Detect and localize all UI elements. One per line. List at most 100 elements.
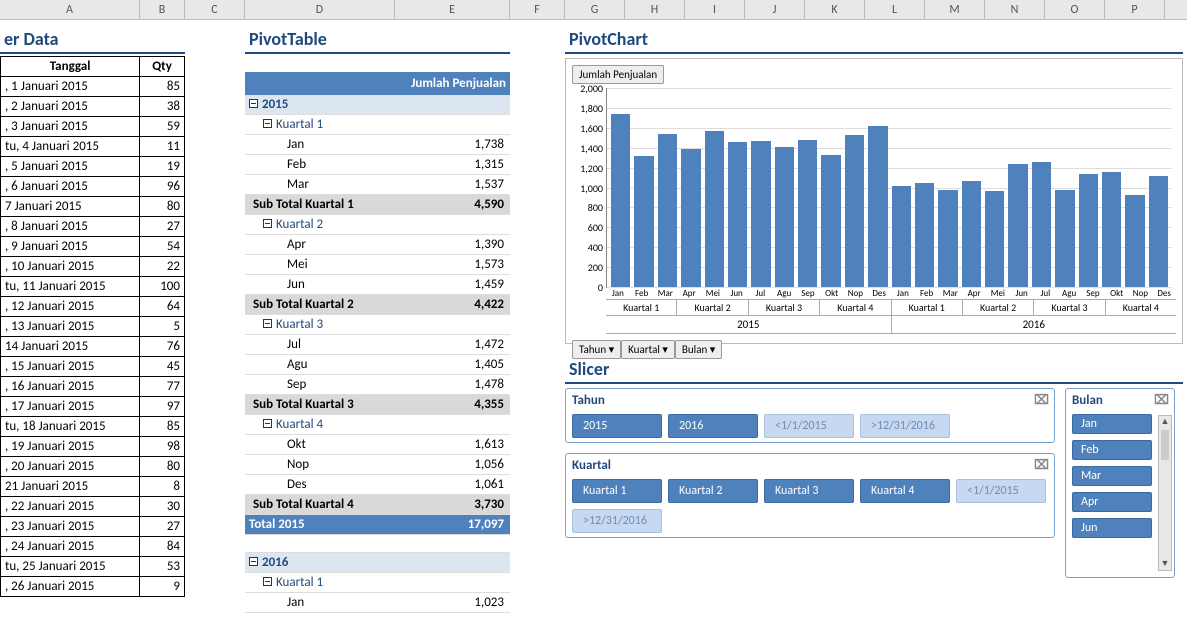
chart-bar[interactable] — [658, 134, 677, 287]
table-row[interactable]: , 9 Januari 201554 — [1, 237, 185, 257]
pivot-month-row[interactable]: Sep1,478 — [245, 375, 510, 395]
column-header[interactable]: O — [1045, 0, 1105, 19]
chart-bar[interactable] — [751, 141, 770, 287]
cell-qty[interactable]: 22 — [140, 257, 185, 277]
table-row[interactable]: 14 Januari 201576 — [1, 337, 185, 357]
cell-qty[interactable]: 76 — [140, 337, 185, 357]
cell-tanggal[interactable]: 21 Januari 2015 — [1, 477, 140, 497]
chart-bar[interactable] — [681, 149, 700, 287]
cell-qty[interactable]: 85 — [140, 417, 185, 437]
table-row[interactable]: , 16 Januari 201577 — [1, 377, 185, 397]
column-header[interactable]: G — [565, 0, 625, 19]
pivot-month-row[interactable]: Jul1,472 — [245, 335, 510, 355]
column-header[interactable]: E — [395, 0, 510, 19]
pivot-subtotal-row[interactable]: Sub Total Kuartal 14,590 — [245, 195, 510, 215]
chart-field-button[interactable]: Tahun ▾ — [572, 340, 621, 359]
scroll-up-icon[interactable]: ▲ — [1159, 416, 1171, 428]
chart-field-button[interactable]: Bulan ▾ — [675, 340, 722, 359]
pivot-month-row[interactable]: Agu1,405 — [245, 355, 510, 375]
table-row[interactable]: tu, 11 Januari 2015100 — [1, 277, 185, 297]
table-row[interactable]: , 3 Januari 201559 — [1, 117, 185, 137]
table-row[interactable]: , 12 Januari 201564 — [1, 297, 185, 317]
pivot-month-row[interactable]: Jan1,738 — [245, 135, 510, 155]
table-row[interactable]: 21 Januari 20158 — [1, 477, 185, 497]
pivot-subtotal-row[interactable]: Sub Total Kuartal 34,355 — [245, 395, 510, 415]
chart-bar[interactable] — [1079, 174, 1098, 287]
chart-field-button[interactable]: Kuartal ▾ — [621, 340, 675, 359]
cell-qty[interactable]: 59 — [140, 117, 185, 137]
table-row[interactable]: , 5 Januari 201519 — [1, 157, 185, 177]
slicer-item[interactable]: <1/1/2015 — [956, 479, 1046, 503]
pivot-header[interactable]: Jumlah Penjualan — [245, 72, 510, 95]
cell-qty[interactable]: 85 — [140, 77, 185, 97]
cell-qty[interactable]: 5 — [140, 317, 185, 337]
cell-tanggal[interactable]: , 1 Januari 2015 — [1, 77, 140, 97]
chart-bar[interactable] — [728, 142, 747, 287]
table-row[interactable]: , 24 Januari 201584 — [1, 537, 185, 557]
scroll-down-icon[interactable]: ▼ — [1159, 558, 1171, 570]
cell-tanggal[interactable]: , 10 Januari 2015 — [1, 257, 140, 277]
column-header[interactable]: I — [685, 0, 745, 19]
slicer-item[interactable]: Apr — [1072, 492, 1152, 512]
pivot-month-row[interactable]: Okt1,613 — [245, 435, 510, 455]
source-header-qty[interactable]: Qty — [140, 57, 185, 77]
table-row[interactable]: 7 Januari 201580 — [1, 197, 185, 217]
pivot-month-row[interactable]: Nop1,056 — [245, 455, 510, 475]
column-header[interactable]: C — [185, 0, 245, 19]
collapse-icon[interactable] — [263, 319, 272, 328]
clear-filter-icon[interactable]: ⌧ — [1034, 393, 1048, 407]
table-row[interactable]: , 17 Januari 201597 — [1, 397, 185, 417]
pivot-month-row[interactable]: Jun1,459 — [245, 275, 510, 295]
collapse-icon[interactable] — [263, 119, 272, 128]
cell-qty[interactable]: 53 — [140, 557, 185, 577]
cell-qty[interactable]: 54 — [140, 237, 185, 257]
table-row[interactable]: , 26 Januari 20159 — [1, 577, 185, 597]
cell-qty[interactable]: 64 — [140, 297, 185, 317]
table-row[interactable]: , 20 Januari 201580 — [1, 457, 185, 477]
cell-tanggal[interactable]: , 22 Januari 2015 — [1, 497, 140, 517]
chart-bar[interactable] — [938, 190, 957, 288]
cell-qty[interactable]: 38 — [140, 97, 185, 117]
cell-qty[interactable]: 80 — [140, 457, 185, 477]
slicer-item[interactable]: Feb — [1072, 440, 1152, 460]
cell-tanggal[interactable]: , 12 Januari 2015 — [1, 297, 140, 317]
scroll-thumb[interactable] — [1161, 430, 1169, 460]
pivot-subtotal-row[interactable]: Sub Total Kuartal 43,730 — [245, 495, 510, 515]
pivot-chart[interactable]: Jumlah Penjualan 02004006008001,0001,200… — [565, 58, 1183, 344]
chart-bar[interactable] — [1032, 162, 1051, 287]
cell-tanggal[interactable]: , 17 Januari 2015 — [1, 397, 140, 417]
column-header[interactable]: N — [985, 0, 1045, 19]
pivot-quarter-row[interactable]: Kuartal 1 — [245, 573, 510, 593]
column-header[interactable]: A — [0, 0, 140, 19]
cell-tanggal[interactable]: , 5 Januari 2015 — [1, 157, 140, 177]
pivot-month-row[interactable]: Jan1,023 — [245, 593, 510, 613]
table-row[interactable]: , 13 Januari 20155 — [1, 317, 185, 337]
collapse-icon[interactable] — [263, 419, 272, 428]
slicer-item[interactable]: Jan — [1072, 414, 1152, 434]
pivot-total-row[interactable]: Total 201517,097 — [245, 515, 510, 535]
column-header[interactable]: D — [245, 0, 395, 19]
pivot-quarter-row[interactable]: Kuartal 4 — [245, 415, 510, 435]
table-row[interactable]: , 10 Januari 201522 — [1, 257, 185, 277]
cell-tanggal[interactable]: tu, 25 Januari 2015 — [1, 557, 140, 577]
chart-bar[interactable] — [962, 181, 981, 287]
source-header-tanggal[interactable]: Tanggal — [1, 57, 140, 77]
chart-bar[interactable] — [775, 147, 794, 287]
column-header[interactable]: L — [865, 0, 925, 19]
slicer-item[interactable]: Kuartal 3 — [764, 479, 854, 503]
chart-bar[interactable] — [1055, 190, 1074, 288]
chart-bar[interactable] — [611, 114, 630, 287]
column-header[interactable]: P — [1105, 0, 1165, 19]
column-header[interactable]: B — [140, 0, 185, 19]
slicer-item[interactable]: Kuartal 2 — [668, 479, 758, 503]
cell-tanggal[interactable]: , 2 Januari 2015 — [1, 97, 140, 117]
column-header[interactable]: F — [510, 0, 565, 19]
slicer-item[interactable]: Kuartal 1 — [572, 479, 662, 503]
collapse-icon[interactable] — [249, 557, 258, 566]
cell-tanggal[interactable]: , 23 Januari 2015 — [1, 517, 140, 537]
cell-tanggal[interactable]: , 8 Januari 2015 — [1, 217, 140, 237]
scrollbar[interactable]: ▲ ▼ — [1158, 415, 1172, 571]
column-header[interactable]: K — [805, 0, 865, 19]
chart-bar[interactable] — [1008, 164, 1027, 287]
chart-bar[interactable] — [985, 191, 1004, 287]
